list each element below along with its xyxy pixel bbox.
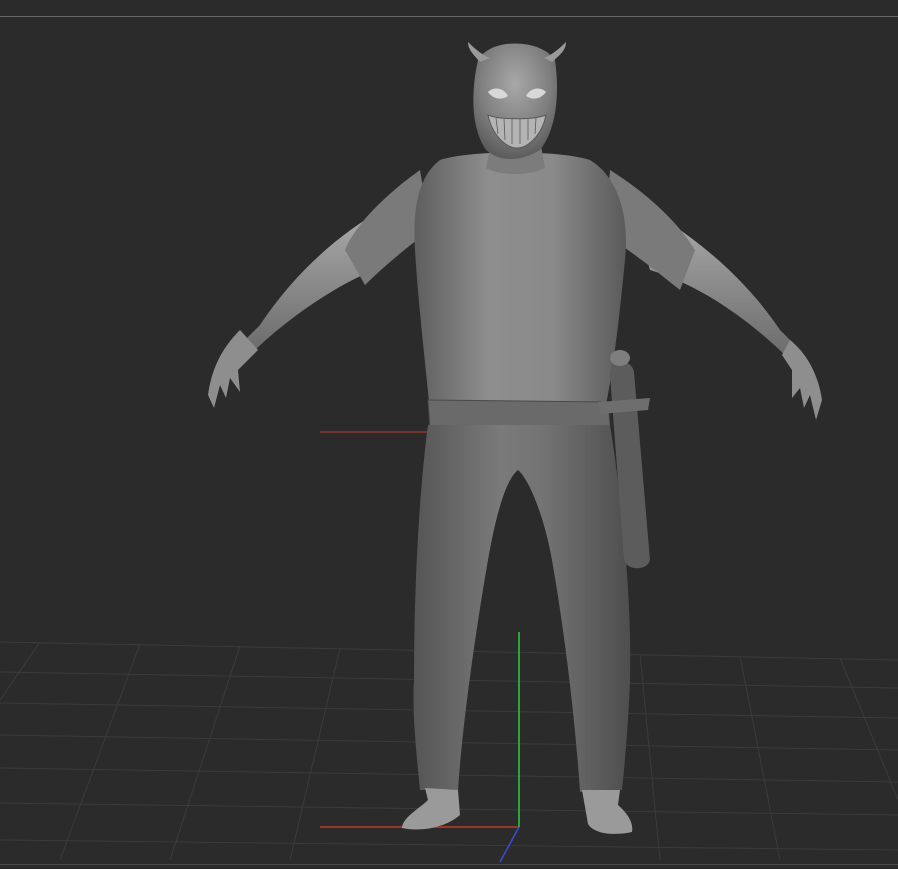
- viewport-bottom-border: [0, 864, 898, 865]
- z-axis-line: [499, 826, 520, 863]
- viewport-scene[interactable]: [0, 0, 898, 869]
- 3d-viewport[interactable]: [0, 0, 898, 869]
